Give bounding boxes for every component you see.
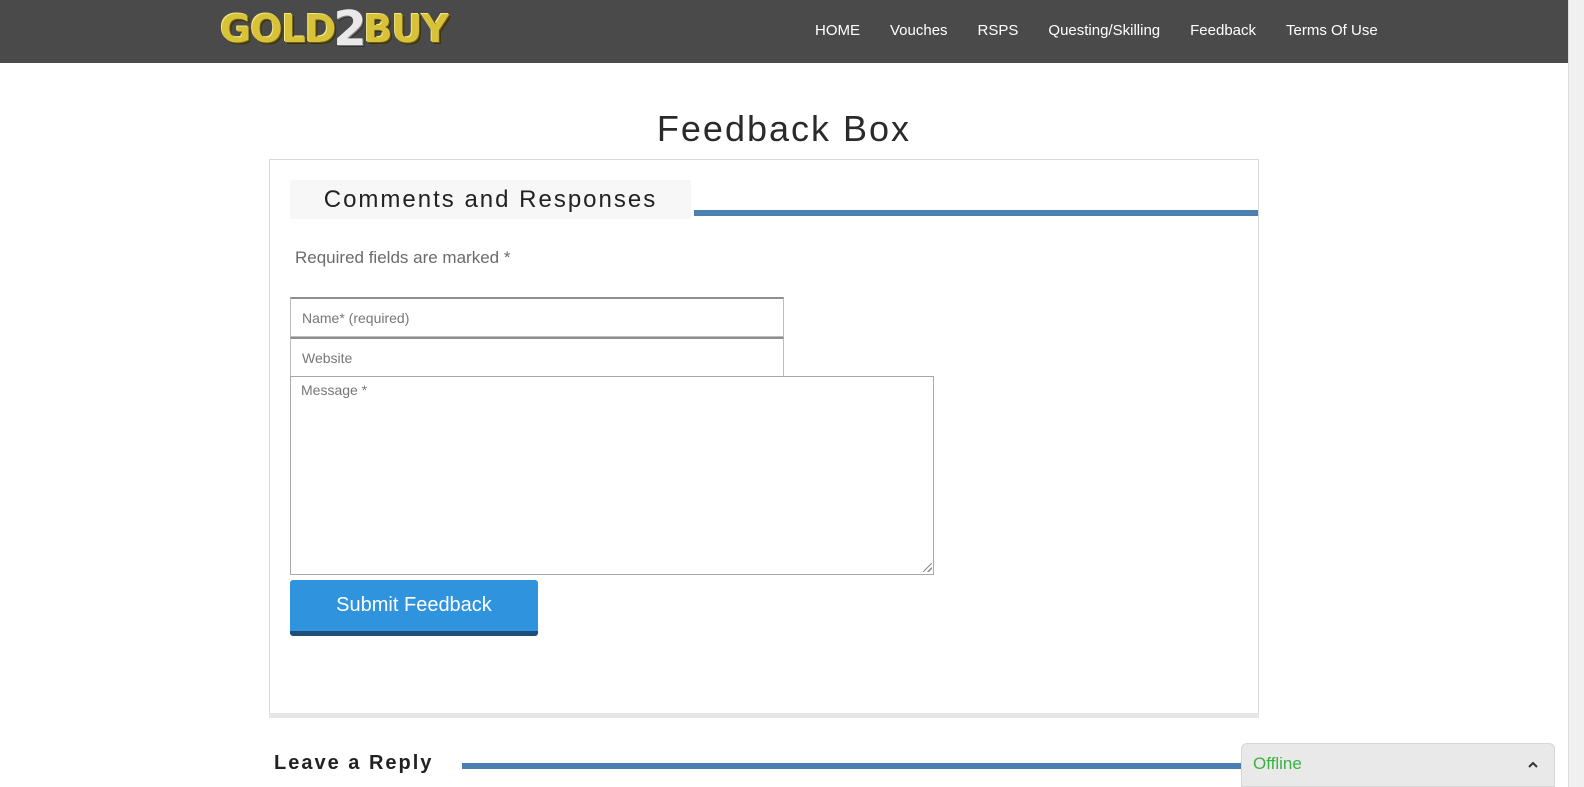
logo-text-two: 2 — [333, 1, 366, 57]
comments-heading: Comments and Responses — [290, 180, 691, 219]
nav-terms-of-use[interactable]: Terms Of Use — [1286, 22, 1378, 39]
name-field[interactable] — [290, 297, 784, 337]
chevron-up-icon[interactable] — [1526, 758, 1540, 772]
site-logo[interactable]: GOLD 2 BUY — [220, 1, 449, 57]
website-field[interactable] — [290, 337, 784, 377]
nav-vouches[interactable]: Vouches — [890, 22, 948, 39]
submit-feedback-button[interactable]: Submit Feedback — [290, 580, 538, 636]
message-field[interactable] — [290, 376, 934, 575]
feedback-box-shadow — [269, 713, 1259, 718]
chat-status: Offline — [1253, 754, 1302, 773]
page-title: Feedback Box — [656, 108, 912, 149]
page-scrollbar[interactable] — [1568, 0, 1584, 787]
nav-home[interactable]: HOME — [815, 22, 860, 39]
main-nav: HOME Vouches RSPS Questing/Skilling Feed… — [800, 0, 1393, 60]
comments-heading-divider — [694, 210, 1258, 216]
leave-reply-heading: Leave a Reply — [274, 752, 434, 774]
logo-text-buy: BUY — [363, 7, 449, 51]
required-fields-note: Required fields are marked * — [295, 248, 511, 267]
logo-text-gold: GOLD — [220, 7, 336, 51]
leave-reply-divider — [462, 763, 1252, 769]
textarea-resize-handle[interactable] — [923, 563, 932, 572]
site-header: GOLD 2 BUY HOME Vouches RSPS Questing/Skil… — [0, 0, 1568, 63]
live-chat-widget[interactable]: Offline — [1241, 743, 1555, 787]
nav-feedback[interactable]: Feedback — [1190, 22, 1256, 39]
nav-questing-skilling[interactable]: Questing/Skilling — [1048, 22, 1160, 39]
nav-rsps[interactable]: RSPS — [978, 22, 1019, 39]
